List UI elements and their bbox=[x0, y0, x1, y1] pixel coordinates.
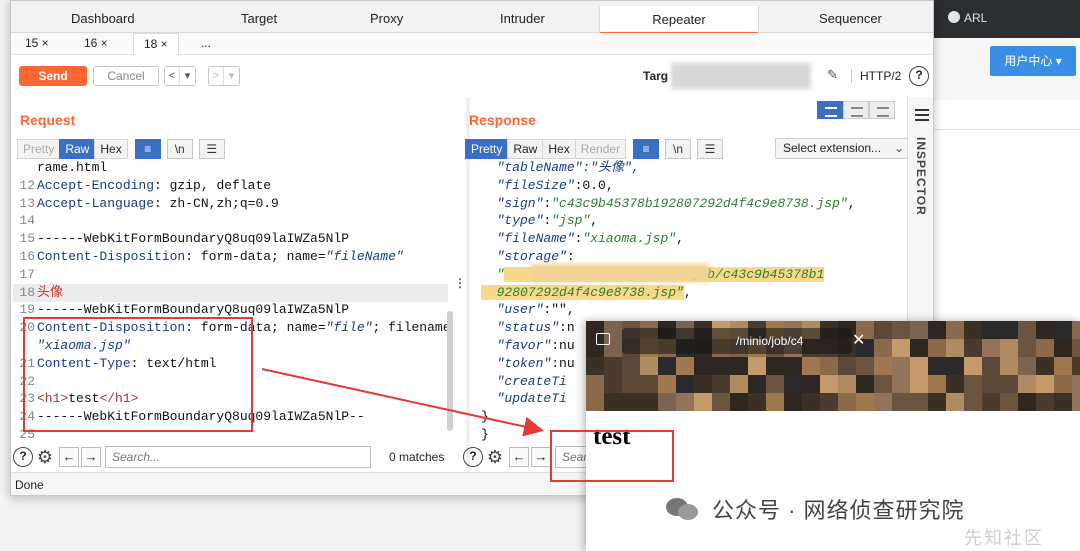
annotation-arrow bbox=[261, 368, 544, 437]
